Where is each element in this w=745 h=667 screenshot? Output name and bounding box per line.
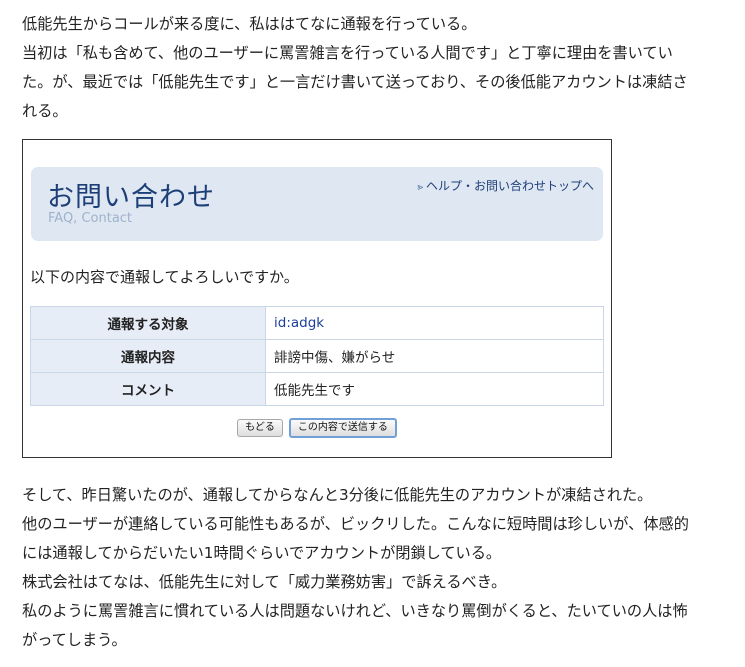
table-row: 通報内容 誹謗中傷、嫌がらせ (30, 339, 604, 373)
embedded-screenshot: お問い合わせ FAQ, Contact ⪢ ヘルプ・お問い合わせトップへ 以下の内… (22, 139, 612, 458)
faq-title: お問い合わせ (47, 182, 215, 213)
outro-line: には通報してからだいたい1時間ぐらいでアカウントが閉鎖している。 (22, 544, 502, 562)
outro-line: 私のように罵詈雑言に慣れている人は問題ないけれど、いきなり罵倒がくると、たいてい… (22, 602, 688, 620)
row-value: 低能先生です (265, 372, 604, 406)
faq-subtitle: FAQ, Contact (48, 211, 133, 226)
row-value: 誹謗中傷、嫌がらせ (265, 339, 604, 373)
intro-line: た。が、最近では「低能先生です」と一言だけ書いて送っており、その後低能アカウント… (22, 73, 688, 91)
report-table: 通報する対象 id:adgk 通報内容 誹謗中傷、嫌がらせ コメント 低能先生で… (30, 306, 604, 406)
back-button[interactable]: もどる (237, 419, 283, 437)
intro-line: 低能先生からコールが来る度に、私ははてなに通報を行っている。 (22, 15, 477, 33)
help-top-link-label: ヘルプ・お問い合わせトップへ (425, 179, 594, 193)
target-id-link[interactable]: id:adgk (265, 306, 604, 340)
outro-line: 株式会社はてなは、低能先生に対して「威力業務妨害」で訴えるべき。 (22, 573, 507, 591)
row-label: 通報する対象 (30, 306, 266, 340)
form-buttons: もどる この内容で送信する (23, 418, 611, 438)
row-label: 通報内容 (30, 339, 266, 373)
intro-line: れる。 (22, 102, 68, 120)
faq-header: お問い合わせ FAQ, Contact ⪢ ヘルプ・お問い合わせトップへ (31, 167, 603, 241)
submit-button[interactable]: この内容で送信する (288, 418, 397, 438)
table-row: コメント 低能先生です (30, 372, 604, 406)
outro-line: がってしまう。 (22, 631, 127, 649)
outro-line: そして、昨日驚いたのが、通報してからなんと3分後に低能先生のアカウントが凍結され… (22, 486, 653, 504)
outro-line: 他のユーザーが連絡している可能性もあるが、ビックリした。こんなに短時間は珍しいが… (22, 515, 689, 533)
article-outro: そして、昨日驚いたのが、通報してからなんと3分後に低能先生のアカウントが凍結され… (22, 481, 734, 655)
article-intro: 低能先生からコールが来る度に、私ははてなに通報を行っている。 当初は「私も含めて… (22, 10, 734, 126)
row-label: コメント (30, 372, 266, 406)
confirm-message: 以下の内容で通報してよろしいですか。 (30, 268, 299, 286)
help-top-link[interactable]: ⪢ ヘルプ・お問い合わせトップへ (417, 177, 594, 194)
table-row: 通報する対象 id:adgk (30, 306, 604, 340)
chevron-right-icon: ⪢ (417, 182, 423, 193)
intro-line: 当初は「私も含めて、他のユーザーに罵詈雑言を行っている人間です」と丁寧に理由を書… (22, 44, 673, 62)
